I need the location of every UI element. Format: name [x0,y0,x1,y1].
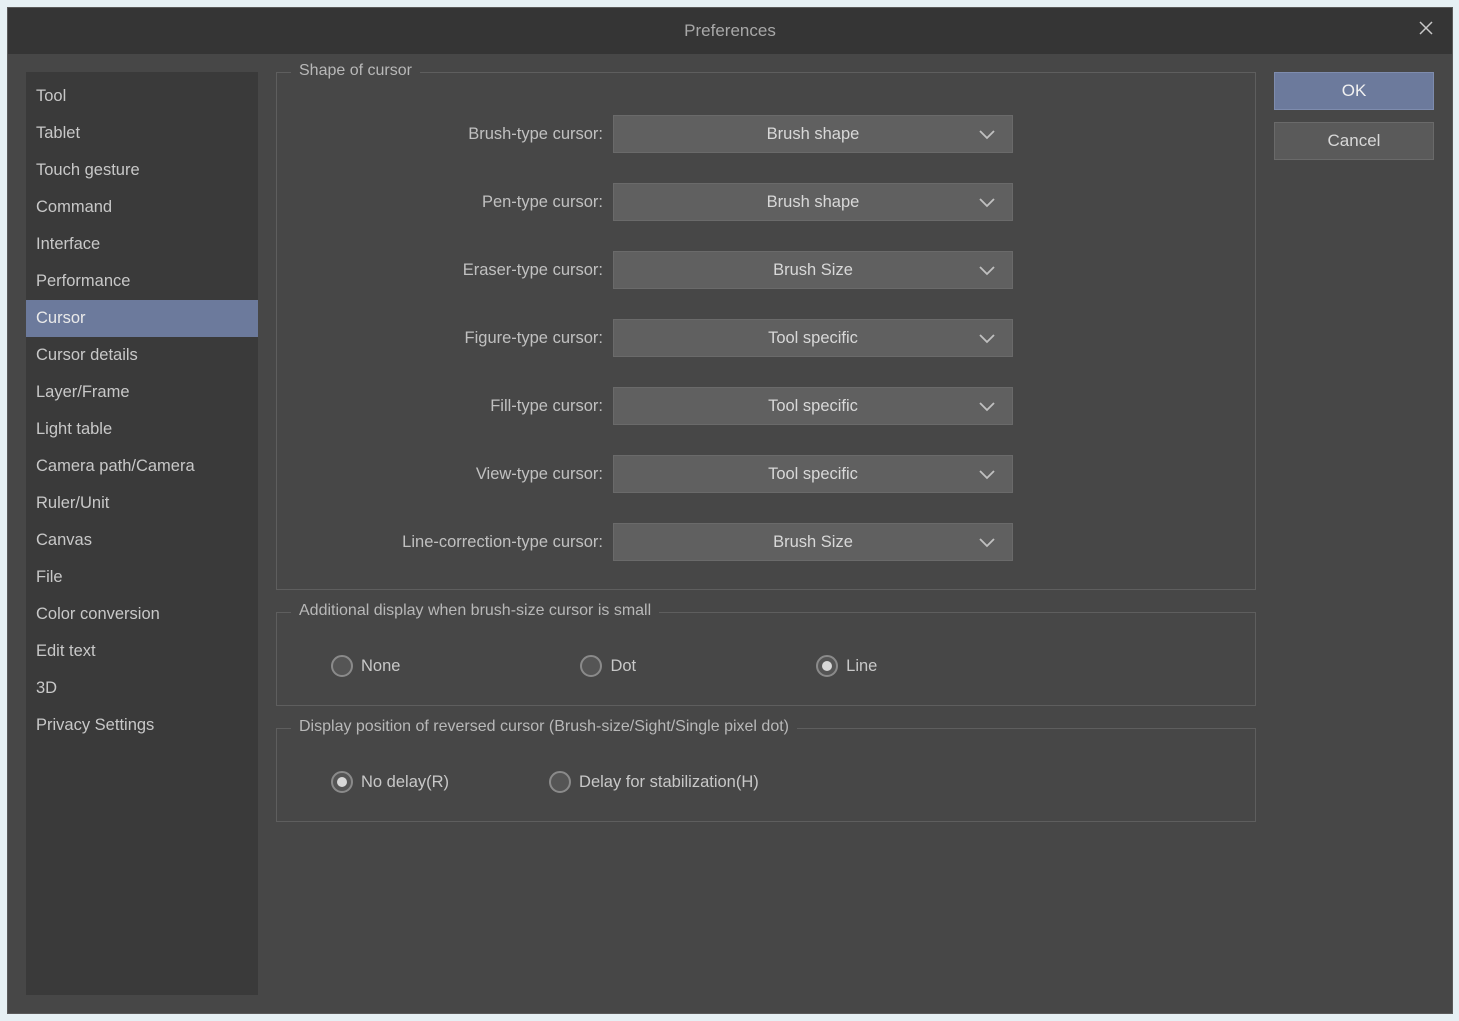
dropdown-value: Tool specific [768,397,858,416]
additional-display-radios: None Dot Line [295,635,1237,677]
preferences-dialog: Preferences ToolTabletTouch gestureComma… [7,7,1453,1014]
dropdown-value: Tool specific [768,329,858,348]
sidebar-item[interactable]: Cursor details [26,337,258,374]
main-area: Shape of cursor Brush-type cursor:Brush … [276,72,1434,995]
radio-dot-icon [580,655,602,677]
radio-dot-icon [816,655,838,677]
sidebar-item[interactable]: Cursor [26,300,258,337]
chevron-down-icon [978,332,996,344]
dropdown-value: Tool specific [768,465,858,484]
radio-option[interactable]: None [331,655,400,677]
chevron-down-icon [978,400,996,412]
chevron-down-icon [978,468,996,480]
sidebar-item[interactable]: Tool [26,78,258,115]
radio-label: Line [846,657,877,676]
cursor-type-dropdown[interactable]: Tool specific [613,455,1013,493]
radio-dot-icon [331,771,353,793]
cursor-type-label: Pen-type cursor: [303,183,603,221]
group-title: Display position of reversed cursor (Bru… [291,718,797,736]
sidebar-item[interactable]: Camera path/Camera [26,448,258,485]
sidebar-item[interactable]: Touch gesture [26,152,258,189]
radio-option[interactable]: Dot [580,655,636,677]
sidebar-item[interactable]: Privacy Settings [26,707,258,744]
titlebar: Preferences [8,8,1452,54]
cursor-type-dropdown[interactable]: Brush shape [613,183,1013,221]
radio-option[interactable]: Delay for stabilization(H) [549,771,759,793]
sidebar-item[interactable]: Canvas [26,522,258,559]
sidebar-item[interactable]: Ruler/Unit [26,485,258,522]
dropdown-value: Brush Size [773,533,853,552]
radio-dot-icon [331,655,353,677]
close-icon [1418,20,1434,40]
group-title: Additional display when brush-size curso… [291,602,659,620]
ok-button[interactable]: OK [1274,72,1434,110]
reversed-cursor-radios: No delay(R) Delay for stabilization(H) [295,751,1237,793]
dropdown-value: Brush Size [773,261,853,280]
sidebar-item[interactable]: Tablet [26,115,258,152]
radio-dot-icon [549,771,571,793]
action-buttons: OK Cancel [1274,72,1434,995]
cursor-type-dropdown[interactable]: Tool specific [613,387,1013,425]
sidebar-item[interactable]: 3D [26,670,258,707]
chevron-down-icon [978,128,996,140]
dialog-body: ToolTabletTouch gestureCommandInterfaceP… [8,54,1452,1013]
cursor-type-label: Figure-type cursor: [303,319,603,357]
dropdown-value: Brush shape [767,125,860,144]
radio-label: No delay(R) [361,773,449,792]
sidebar-item[interactable]: File [26,559,258,596]
close-button[interactable] [1414,18,1438,42]
cursor-type-label: Brush-type cursor: [303,115,603,153]
cursor-type-dropdown[interactable]: Tool specific [613,319,1013,357]
sidebar-item[interactable]: Performance [26,263,258,300]
cursor-type-dropdown[interactable]: Brush Size [613,523,1013,561]
radio-label: None [361,657,400,676]
group-shape-of-cursor: Shape of cursor Brush-type cursor:Brush … [276,72,1256,590]
sidebar-item[interactable]: Command [26,189,258,226]
chevron-down-icon [978,536,996,548]
dialog-title: Preferences [684,21,776,41]
sidebar-item[interactable]: Layer/Frame [26,374,258,411]
cancel-button[interactable]: Cancel [1274,122,1434,160]
radio-label: Delay for stabilization(H) [579,773,759,792]
chevron-down-icon [978,196,996,208]
chevron-down-icon [978,264,996,276]
sidebar-item[interactable]: Edit text [26,633,258,670]
cursor-type-dropdown[interactable]: Brush shape [613,115,1013,153]
group-title: Shape of cursor [291,62,420,80]
radio-option[interactable]: No delay(R) [331,771,449,793]
group-additional-display: Additional display when brush-size curso… [276,612,1256,706]
cursor-type-label: Line-correction-type cursor: [303,523,603,561]
cursor-shape-grid: Brush-type cursor: Brush shape Pen-type cu… [295,95,1237,561]
cursor-type-dropdown[interactable]: Brush Size [613,251,1013,289]
sidebar-item[interactable]: Light table [26,411,258,448]
settings-panels: Shape of cursor Brush-type cursor:Brush … [276,72,1256,995]
sidebar-item[interactable]: Interface [26,226,258,263]
cursor-type-label: Fill-type cursor: [303,387,603,425]
radio-option[interactable]: Line [816,655,877,677]
cursor-type-label: Eraser-type cursor: [303,251,603,289]
radio-label: Dot [610,657,636,676]
cursor-type-label: View-type cursor: [303,455,603,493]
group-reversed-cursor: Display position of reversed cursor (Bru… [276,728,1256,822]
category-sidebar: ToolTabletTouch gestureCommandInterfaceP… [26,72,258,995]
dropdown-value: Brush shape [767,193,860,212]
sidebar-item[interactable]: Color conversion [26,596,258,633]
